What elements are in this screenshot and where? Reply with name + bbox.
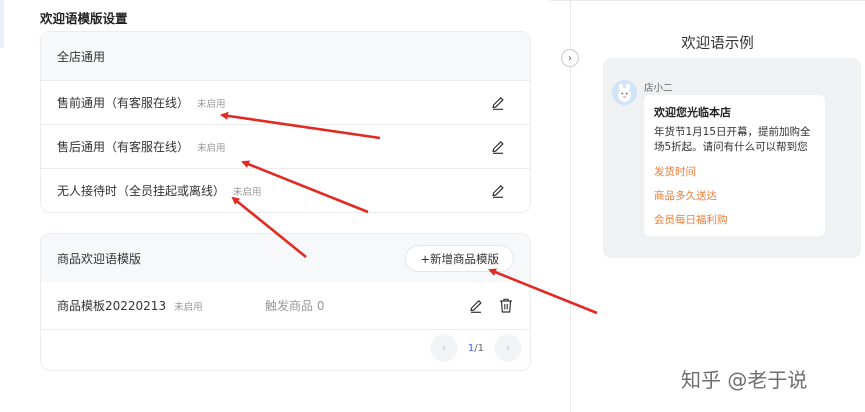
product-template-header: 商品欢迎语模版 +新增商品模版 bbox=[41, 234, 530, 282]
pencil-icon[interactable] bbox=[468, 298, 484, 314]
row-presale: 售前通用（有客服在线） 未启用 bbox=[41, 80, 530, 124]
pencil-icon[interactable] bbox=[490, 139, 506, 155]
pencil-icon[interactable] bbox=[490, 95, 506, 111]
status-tag: 未启用 bbox=[197, 98, 226, 110]
watermark: 知乎 @老于说 bbox=[681, 368, 808, 392]
trash-icon[interactable] bbox=[498, 297, 514, 314]
avatar bbox=[612, 80, 637, 105]
status-tag: 未启用 bbox=[233, 186, 262, 198]
trigger-count: 触发商品 0 bbox=[265, 299, 325, 313]
next-page-button[interactable]: › bbox=[494, 334, 522, 362]
total-pages: /1 bbox=[474, 342, 484, 354]
top-divider bbox=[550, 0, 865, 1]
example-panel: 店小二 欢迎您光临本店 年货节1月15日开幕，提前加购全场5折起。请问有什么可以… bbox=[603, 58, 861, 258]
example-title: 欢迎语示例 bbox=[681, 36, 754, 52]
quick-link-shipping-time[interactable]: 发货时间 bbox=[654, 164, 815, 179]
pencil-icon[interactable] bbox=[490, 183, 506, 199]
status-tag: 未启用 bbox=[174, 301, 203, 313]
page: 欢迎语模版设置 全店通用 售前通用（有客服在线） 未启用 售后通用（有客服在线）… bbox=[0, 0, 865, 412]
agent-name: 店小二 bbox=[644, 83, 673, 94]
page-indicator: 1/1 bbox=[468, 343, 484, 354]
row-offline: 无人接待时（全员挂起或离线） 未启用 bbox=[41, 168, 530, 212]
left-edge-accent bbox=[0, 0, 4, 48]
store-wide-header: 全店通用 bbox=[41, 32, 530, 80]
bubble-title: 欢迎您光临本店 bbox=[654, 106, 731, 119]
store-wide-card: 全店通用 售前通用（有客服在线） 未启用 售后通用（有客服在线） 未启用 无人接… bbox=[40, 31, 531, 213]
template-row: 商品模板20220213 未启用 触发商品 0 bbox=[41, 282, 530, 330]
bubble-text: 年货节1月15日开幕，提前加购全场5折起。请问有什么可以帮到您 bbox=[654, 126, 811, 153]
add-product-template-button[interactable]: +新增商品模版 bbox=[405, 245, 514, 272]
page-title: 欢迎语模版设置 bbox=[40, 11, 128, 26]
quick-link-member-benefits[interactable]: 会员每日福利购 bbox=[654, 212, 815, 227]
pagination: ‹ 1/1 › bbox=[429, 334, 522, 362]
row-label: 售前通用（有客服在线） bbox=[57, 96, 190, 110]
row-label: 无人接待时（全员挂起或离线） bbox=[57, 184, 226, 198]
product-template-title: 商品欢迎语模版 bbox=[57, 251, 142, 266]
prev-page-button[interactable]: ‹ bbox=[429, 334, 458, 362]
row-label: 售后通用（有客服在线） bbox=[57, 140, 190, 154]
template-name: 商品模板20220213 bbox=[57, 299, 167, 313]
row-aftersale: 售后通用（有客服在线） 未启用 bbox=[41, 124, 530, 168]
status-tag: 未启用 bbox=[197, 142, 226, 154]
product-template-card: 商品欢迎语模版 +新增商品模版 商品模板20220213 未启用 触发商品 0 … bbox=[40, 233, 531, 371]
quick-link-delivery-time[interactable]: 商品多久送达 bbox=[654, 188, 815, 203]
message-bubble: 欢迎您光临本店 年货节1月15日开幕，提前加购全场5折起。请问有什么可以帮到您 … bbox=[644, 95, 825, 236]
